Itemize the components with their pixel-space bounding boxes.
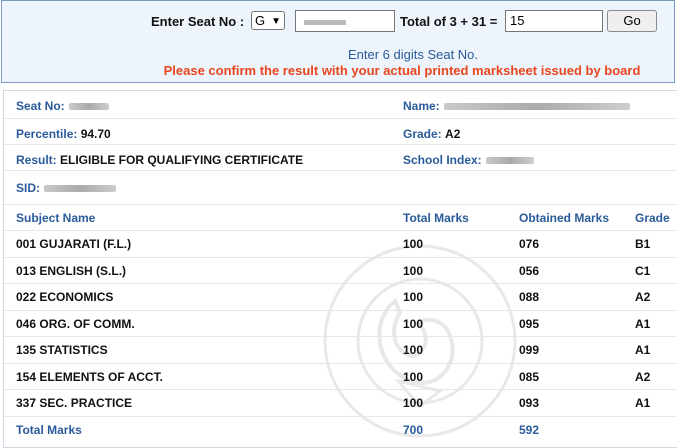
school-index-field: School Index:	[403, 153, 534, 167]
subject-grade: A1	[635, 343, 651, 357]
search-panel: Enter Seat No : G ▼ Total of 3 + 31 = 15…	[1, 0, 675, 83]
obtained-marks: 085	[519, 370, 540, 384]
marksheet-warning: Please confirm the result with your actu…	[163, 63, 641, 78]
seat-no-redacted-value	[304, 20, 346, 25]
footer-obtained-marks: 592	[519, 423, 540, 437]
table-header: Subject Name Total Marks Obtained Marks …	[4, 204, 677, 230]
obtained-marks: 093	[519, 396, 540, 410]
table-row: 154 ELEMENTS OF ACCT. 100 085 A2	[4, 363, 677, 389]
table-row: 337 SEC. PRACTICE 100 093 A1	[4, 389, 677, 416]
subject-grade: C1	[635, 264, 651, 278]
seat-no-input[interactable]	[295, 10, 395, 32]
name-redacted	[443, 103, 630, 111]
footer-total-marks: 700	[403, 423, 424, 437]
table-row: 022 ECONOMICS 100 088 A2	[4, 283, 677, 310]
subject-name: 013 ENGLISH (S.L.)	[16, 264, 127, 278]
chevron-down-icon: ▼	[271, 16, 281, 27]
percentile-key: Percentile:	[16, 127, 78, 141]
table-row: 001 GUJARATI (F.L.) 100 076 B1	[4, 230, 677, 257]
seat-no-redacted	[68, 103, 109, 111]
obtained-marks: 088	[519, 290, 540, 304]
percentile-value: 94.70	[80, 127, 111, 141]
subject-name: 001 GUJARATI (F.L.)	[16, 237, 132, 251]
sid-key: SID:	[16, 181, 40, 195]
captcha-input[interactable]: 15	[505, 10, 603, 32]
subject-grade: A1	[635, 396, 651, 410]
table-row: 046 ORG. OF COMM. 100 095 A1	[4, 310, 677, 336]
name-field: Name:	[403, 99, 630, 113]
table-row: 135 STATISTICS 100 099 A1	[4, 336, 677, 363]
name-key: Name:	[403, 99, 440, 113]
search-form: Enter Seat No : G ▼ Total of 3 + 31 = 15…	[2, 10, 674, 34]
total-marks: 100	[403, 370, 424, 384]
table-row: 013 ENGLISH (S.L.) 100 056 C1	[4, 257, 677, 283]
subject-name: 022 ECONOMICS	[16, 290, 114, 304]
percentile-field: Percentile: 94.70	[16, 127, 111, 141]
table-footer: Total Marks 700 592	[4, 416, 677, 447]
grade-field: Grade: A2	[403, 127, 460, 141]
footer-total-label: Total Marks	[16, 423, 82, 437]
obtained-marks: 076	[519, 237, 540, 251]
captcha-input-value: 15	[510, 13, 525, 28]
seat-no-field: Seat No:	[16, 99, 109, 113]
obtained-marks: 099	[519, 343, 540, 357]
series-select[interactable]: G ▼	[251, 11, 285, 30]
seat-no-key: Seat No:	[16, 99, 65, 113]
obtained-marks: 095	[519, 317, 540, 331]
total-marks: 100	[403, 290, 424, 304]
info-row-sid: SID:	[4, 170, 677, 204]
header-subject-name: Subject Name	[16, 211, 96, 225]
subject-grade: A1	[635, 317, 651, 331]
info-row-result: Result: ELIGIBLE FOR QUALIFYING CERTIFIC…	[4, 144, 677, 170]
sid-redacted	[44, 185, 116, 193]
result-panel: Seat No: Name: Percentile: 94.70 Grade: …	[3, 90, 677, 448]
subject-name: 154 ELEMENTS OF ACCT.	[16, 370, 163, 384]
result-field: Result: ELIGIBLE FOR QUALIFYING CERTIFIC…	[16, 153, 303, 167]
info-row-percentile: Percentile: 94.70 Grade: A2	[4, 118, 677, 144]
result-value: ELIGIBLE FOR QUALIFYING CERTIFICATE	[60, 153, 304, 167]
header-total-marks: Total Marks	[403, 211, 469, 225]
grade-key: Grade:	[403, 127, 442, 141]
series-select-value: G	[255, 13, 266, 28]
subject-grade: A2	[635, 290, 651, 304]
seat-no-label: Enter Seat No :	[151, 14, 245, 29]
school-index-redacted	[485, 157, 534, 165]
grade-value: A2	[445, 127, 461, 141]
total-marks: 100	[403, 317, 424, 331]
total-marks: 100	[403, 264, 424, 278]
subject-name: 046 ORG. OF COMM.	[16, 317, 135, 331]
result-key: Result:	[16, 153, 57, 167]
captcha-label: Total of 3 + 31 =	[400, 14, 498, 29]
seat-no-hint: Enter 6 digits Seat No.	[347, 47, 479, 62]
total-marks: 100	[403, 396, 424, 410]
obtained-marks: 056	[519, 264, 540, 278]
school-index-key: School Index:	[403, 153, 482, 167]
info-row-seat: Seat No: Name:	[4, 91, 677, 118]
sid-field: SID:	[16, 181, 116, 195]
go-button[interactable]: Go	[607, 10, 657, 32]
header-grade: Grade	[635, 211, 670, 225]
total-marks: 100	[403, 237, 424, 251]
subject-grade: A2	[635, 370, 651, 384]
total-marks: 100	[403, 343, 424, 357]
header-obtained-marks: Obtained Marks	[519, 211, 610, 225]
subject-grade: B1	[635, 237, 651, 251]
subject-name: 337 SEC. PRACTICE	[16, 396, 133, 410]
subject-name: 135 STATISTICS	[16, 343, 108, 357]
